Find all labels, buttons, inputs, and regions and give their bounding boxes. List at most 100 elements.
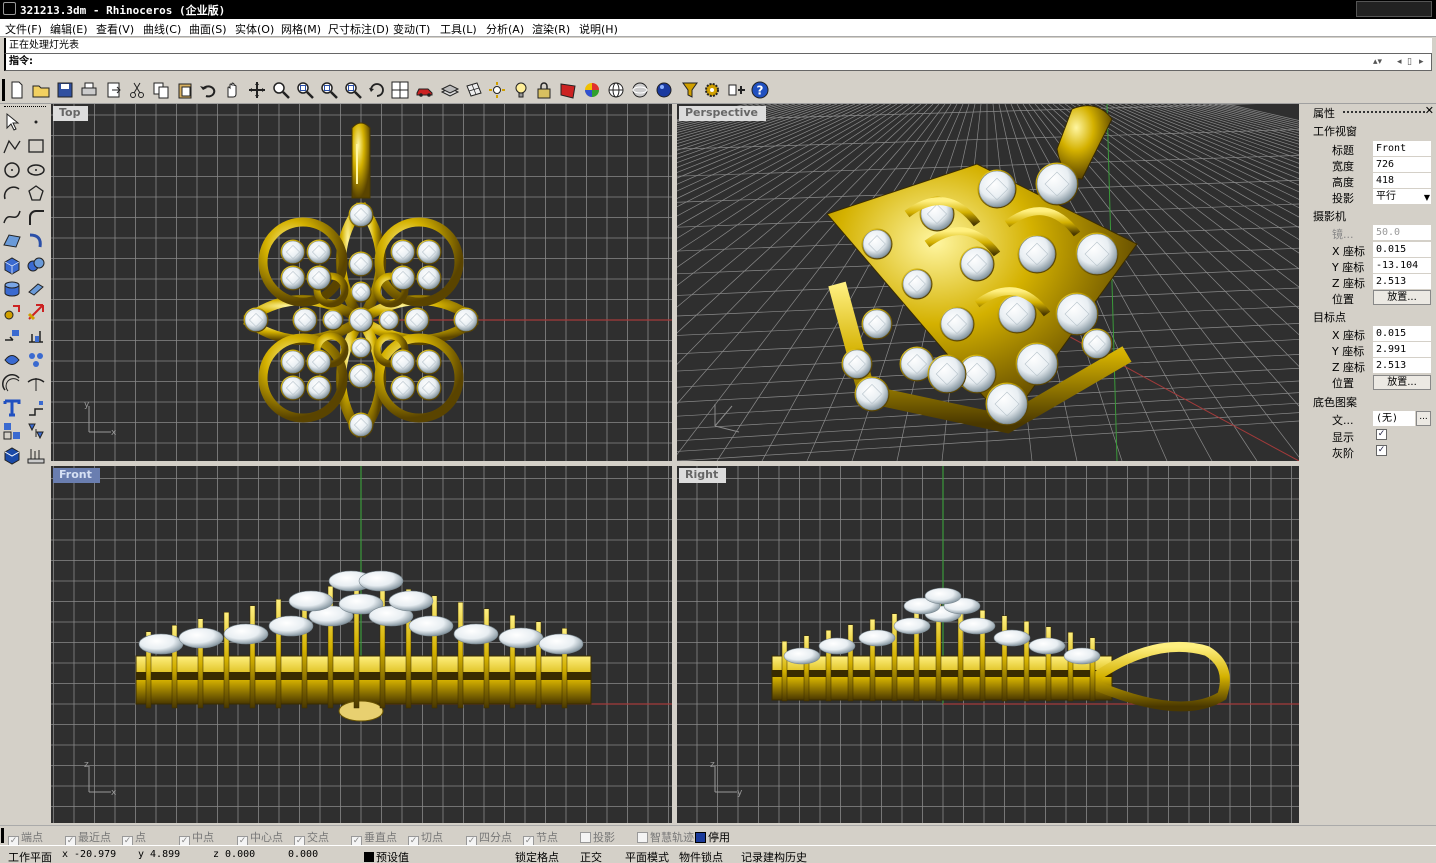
viewport-perspective[interactable]: Perspective bbox=[677, 104, 1299, 461]
shade-button[interactable] bbox=[558, 80, 578, 100]
box-tool[interactable] bbox=[2, 255, 22, 275]
four-views-button[interactable] bbox=[390, 80, 410, 100]
select-arrow-tool[interactable] bbox=[2, 112, 22, 132]
viewport-right[interactable]: Right z y bbox=[677, 466, 1299, 823]
camera-place-button[interactable]: 放置... bbox=[1373, 290, 1431, 305]
panel-grip[interactable] bbox=[1343, 111, 1425, 114]
surface-tool[interactable] bbox=[2, 231, 22, 251]
dimension-tool[interactable] bbox=[26, 398, 46, 418]
rectangle-tool[interactable] bbox=[26, 136, 46, 156]
menu-tools[interactable]: 工具(L) bbox=[440, 21, 477, 37]
front-scene[interactable] bbox=[51, 466, 672, 823]
menu-solid[interactable]: 实体(O) bbox=[235, 21, 274, 37]
array-tool[interactable] bbox=[26, 350, 46, 370]
menu-file[interactable]: 文件(F) bbox=[5, 21, 42, 37]
zoom-button[interactable] bbox=[271, 80, 291, 100]
offset-tool[interactable] bbox=[2, 373, 22, 394]
ellipse-tool[interactable] bbox=[26, 160, 46, 180]
group-tool[interactable] bbox=[2, 421, 22, 441]
camera-y-field[interactable]: -13.104 bbox=[1373, 258, 1431, 273]
light-button[interactable] bbox=[487, 80, 507, 100]
layer-button[interactable] bbox=[440, 80, 460, 100]
viewport-front[interactable]: Front z x bbox=[51, 466, 672, 823]
osnap-checkbox[interactable] bbox=[695, 832, 706, 843]
rotate-button[interactable] bbox=[367, 80, 387, 100]
menu-mesh[interactable]: 网格(M) bbox=[281, 21, 321, 37]
osnap-checkbox[interactable] bbox=[637, 832, 648, 843]
scroll-left-icon[interactable]: ◂ bbox=[1397, 55, 1402, 70]
show-checkbox[interactable]: ✓ bbox=[1376, 429, 1387, 440]
file-browse-button[interactable]: ... bbox=[1416, 411, 1431, 426]
toolbar-grip[interactable] bbox=[2, 79, 5, 101]
color-wheel-button[interactable] bbox=[582, 80, 602, 100]
command-line[interactable]: 指令: ▴▾ ◂ ▯ ▸ bbox=[4, 53, 1432, 71]
height-field[interactable]: 418 bbox=[1373, 173, 1431, 188]
polygon-tool[interactable] bbox=[26, 183, 46, 203]
cube-tool[interactable] bbox=[2, 445, 22, 465]
mesh-tool[interactable] bbox=[2, 350, 22, 370]
menu-help[interactable]: 说明(H) bbox=[579, 21, 618, 37]
copy-button[interactable] bbox=[151, 80, 171, 100]
file-field[interactable]: (无) bbox=[1373, 411, 1415, 426]
bulb-button[interactable] bbox=[511, 80, 531, 100]
viewport-label-top[interactable]: Top bbox=[53, 106, 89, 121]
filter-button[interactable] bbox=[680, 80, 700, 100]
rotate-view-button[interactable] bbox=[247, 80, 267, 100]
window-controls[interactable] bbox=[1356, 1, 1432, 17]
sphere-render-button[interactable] bbox=[654, 80, 674, 100]
status-history[interactable]: 记录建构历史 bbox=[741, 849, 807, 863]
arc-tool[interactable] bbox=[2, 183, 22, 203]
properties-header[interactable]: 属性 ✕ bbox=[1303, 104, 1436, 120]
blend-tool[interactable] bbox=[26, 374, 46, 394]
grayscale-checkbox[interactable]: ✓ bbox=[1376, 445, 1387, 456]
pan-hand-button[interactable] bbox=[222, 80, 242, 100]
zoom-selected-button[interactable] bbox=[343, 80, 363, 100]
status-planar[interactable]: 平面模式 bbox=[625, 849, 669, 863]
fillet-tool[interactable] bbox=[26, 207, 46, 227]
projection-select[interactable]: 平行 bbox=[1373, 189, 1431, 204]
lock-button[interactable] bbox=[534, 80, 554, 100]
camera-x-field[interactable]: 0.015 bbox=[1373, 242, 1431, 257]
revolve-tool[interactable] bbox=[26, 231, 46, 251]
circle-tool[interactable] bbox=[2, 160, 22, 180]
osnap-10[interactable]: 投影 bbox=[580, 829, 615, 845]
gear-button[interactable] bbox=[702, 80, 722, 100]
paste-button[interactable] bbox=[175, 80, 195, 100]
target-place-button[interactable]: 放置... bbox=[1373, 375, 1431, 390]
menu-analyze[interactable]: 分析(A) bbox=[486, 21, 524, 37]
open-file-button[interactable] bbox=[31, 80, 51, 100]
point-tool[interactable] bbox=[26, 112, 46, 132]
perspective-scene[interactable] bbox=[677, 104, 1299, 461]
viewport-label-perspective[interactable]: Perspective bbox=[679, 106, 767, 121]
menu-curve[interactable]: 曲线(C) bbox=[143, 21, 181, 37]
camera-z-field[interactable]: 2.513 bbox=[1373, 274, 1431, 289]
extrude-tool[interactable] bbox=[26, 279, 46, 299]
menu-transform[interactable]: 变动(T) bbox=[393, 21, 430, 37]
align-tool[interactable] bbox=[26, 326, 46, 346]
scroll-right-icon[interactable]: ▸ bbox=[1419, 55, 1424, 70]
history-tool[interactable] bbox=[26, 445, 46, 465]
menu-edit[interactable]: 编辑(E) bbox=[50, 21, 88, 37]
status-layer[interactable]: 预设值 bbox=[364, 849, 409, 863]
width-field[interactable]: 726 bbox=[1373, 157, 1431, 172]
transform-tool[interactable] bbox=[2, 302, 22, 322]
import-button[interactable] bbox=[104, 80, 124, 100]
top-scene[interactable] bbox=[51, 104, 672, 461]
status-grid-snap[interactable]: 锁定格点 bbox=[515, 849, 559, 863]
osnap-12[interactable]: 停用 bbox=[695, 829, 730, 845]
toolbox-grip[interactable] bbox=[4, 106, 46, 108]
cylinder-tool[interactable] bbox=[2, 279, 22, 299]
osnap-checkbox[interactable] bbox=[580, 832, 591, 843]
new-file-button[interactable] bbox=[7, 80, 27, 100]
right-scene[interactable] bbox=[677, 466, 1299, 823]
viewport-label-front[interactable]: Front bbox=[53, 468, 100, 483]
command-scroll[interactable]: ▴▾ ◂ ▯ ▸ bbox=[1371, 55, 1429, 69]
grid-button[interactable] bbox=[464, 80, 484, 100]
sphere-ghost-button[interactable] bbox=[630, 80, 650, 100]
car-button[interactable] bbox=[415, 80, 435, 100]
print-button[interactable] bbox=[79, 80, 99, 100]
help-button[interactable]: ? bbox=[750, 80, 770, 100]
zoom-extents-button[interactable] bbox=[319, 80, 339, 100]
dropdown-arrow-icon[interactable]: ▼ bbox=[1424, 193, 1430, 202]
status-cplane[interactable]: 工作平面 bbox=[8, 849, 52, 863]
